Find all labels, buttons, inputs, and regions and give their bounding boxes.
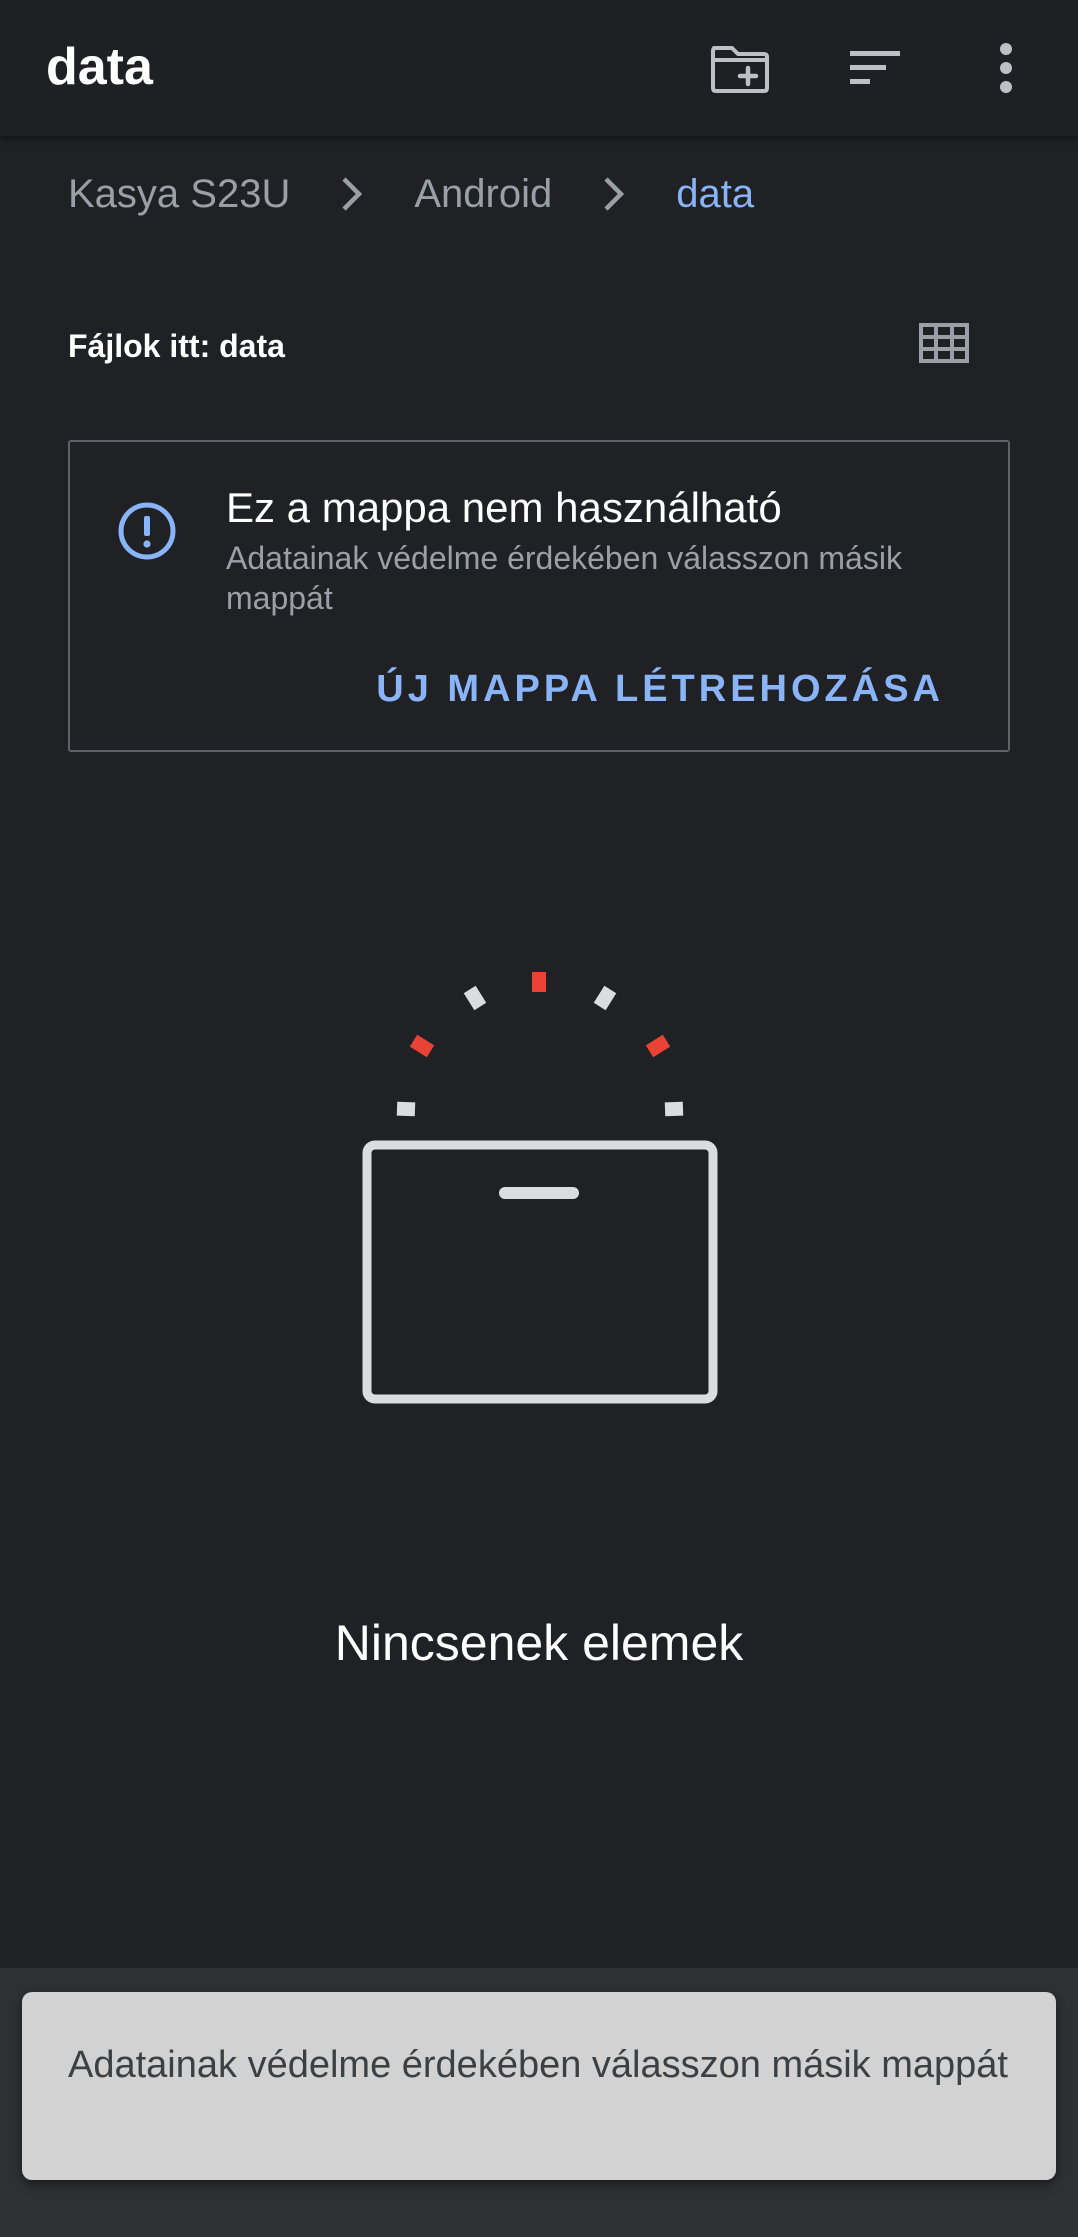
burst-tick bbox=[463, 985, 487, 1011]
box-handle bbox=[499, 1187, 579, 1199]
info-alert-icon bbox=[116, 500, 178, 562]
burst-tick bbox=[396, 1101, 416, 1117]
empty-folder-illustration bbox=[350, 960, 730, 1412]
burst-tick bbox=[645, 1034, 671, 1058]
card-title: Ez a mappa nem használható bbox=[226, 484, 782, 531]
breadcrumb-item-current[interactable]: data bbox=[676, 166, 754, 222]
create-new-folder-button[interactable]: ÚJ MAPPA LÉTREHOZÁSA bbox=[376, 664, 944, 714]
empty-box-shape bbox=[362, 1140, 718, 1404]
snackbar: Adatainak védelme érdekében válasszon má… bbox=[22, 1992, 1056, 2180]
sort-icon[interactable] bbox=[843, 36, 907, 100]
breadcrumb: Kasya S23U Android data bbox=[68, 166, 754, 222]
burst-tick bbox=[532, 972, 546, 992]
chevron-right-icon bbox=[334, 166, 370, 222]
app-bar-title: data bbox=[46, 38, 153, 96]
breadcrumb-item-android[interactable]: Android bbox=[414, 166, 552, 222]
breadcrumb-item-device[interactable]: Kasya S23U bbox=[68, 166, 290, 222]
chevron-right-icon bbox=[596, 166, 632, 222]
burst-tick bbox=[409, 1034, 435, 1058]
grid-view-icon[interactable] bbox=[914, 316, 974, 370]
section-title: Fájlok itt: data bbox=[68, 328, 285, 364]
folder-unusable-card: Ez a mappa nem használható Adatainak véd… bbox=[68, 440, 1010, 752]
screen: data Kasya S23U Android data Fájlok itt:… bbox=[0, 0, 1078, 2237]
card-description: Adatainak védelme érdekében válasszon má… bbox=[226, 540, 902, 616]
burst-tick bbox=[593, 985, 617, 1011]
more-vert-icon[interactable] bbox=[974, 36, 1038, 100]
snackbar-message: Adatainak védelme érdekében válasszon má… bbox=[68, 2044, 1008, 2086]
empty-state-text: Nincsenek elemek bbox=[334, 1615, 744, 1671]
top-app-bar: data bbox=[0, 0, 1078, 136]
burst-tick bbox=[664, 1101, 684, 1117]
create-new-folder-icon[interactable] bbox=[708, 36, 772, 100]
